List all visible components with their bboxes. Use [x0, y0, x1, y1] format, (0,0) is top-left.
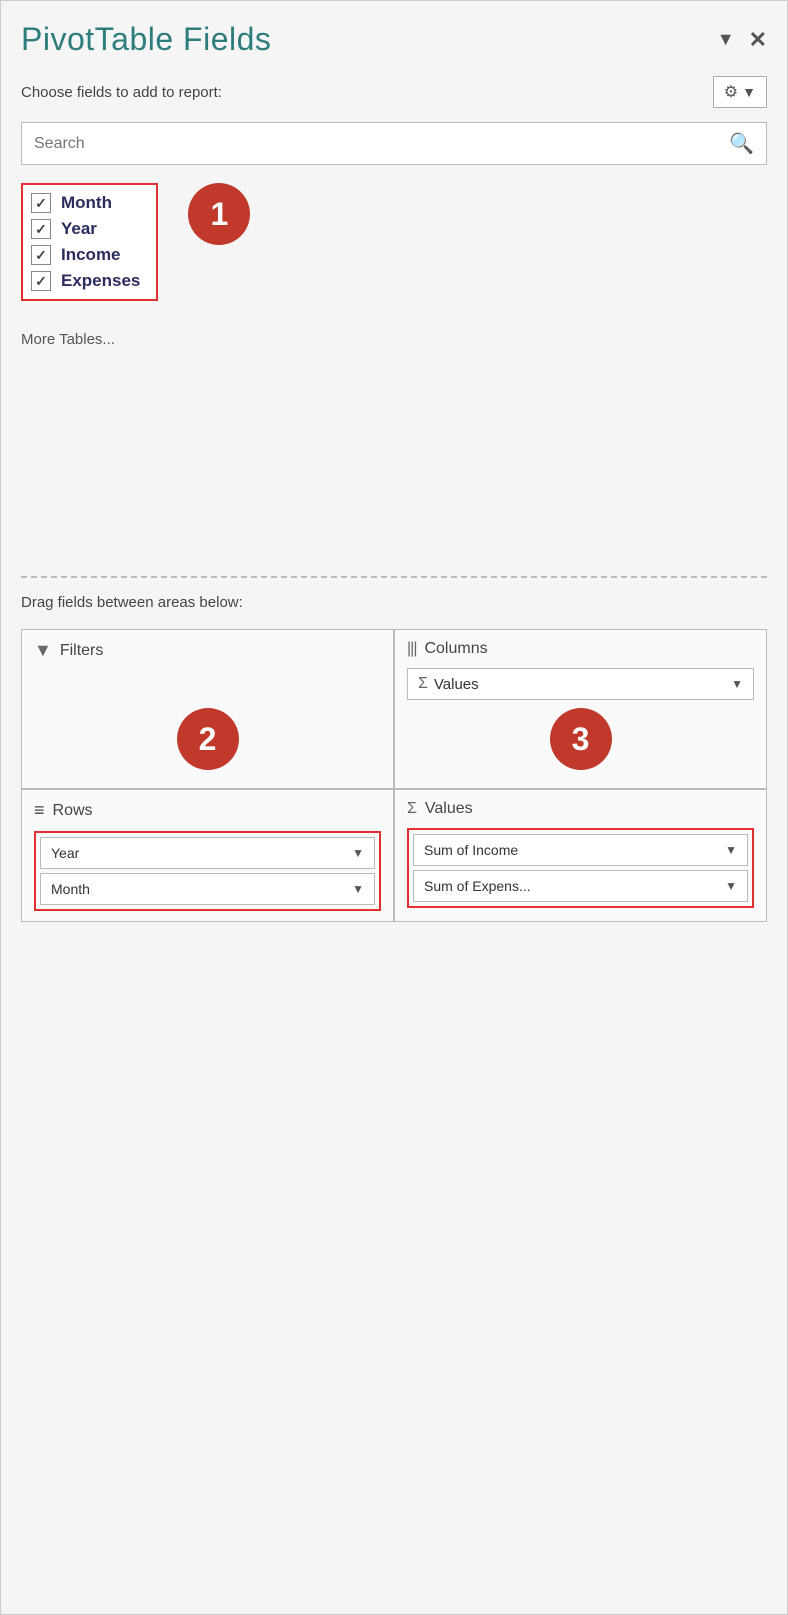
- badge-2: 2: [177, 708, 239, 770]
- rows-year-label: Year: [51, 845, 79, 861]
- field-item-expenses: ✓ Expenses: [31, 271, 140, 291]
- values-expenses-arrow: ▼: [725, 879, 737, 893]
- field-item-month: ✓ Month: [31, 193, 140, 213]
- badge-3: 3: [550, 708, 612, 770]
- columns-area: ||| Columns Σ Values ▼ 3: [394, 629, 767, 789]
- rows-values-grid: ≡ Rows Year ▼ Month ▼ Σ Values: [21, 789, 767, 922]
- panel-dropdown-icon[interactable]: ▼: [717, 29, 735, 50]
- rows-year-dropdown[interactable]: Year ▼: [40, 837, 375, 869]
- values-label: Values: [425, 800, 473, 818]
- rows-year-arrow: ▼: [352, 846, 364, 860]
- panel-close-icon[interactable]: ✕: [749, 27, 767, 53]
- panel-title: PivotTable Fields: [21, 21, 271, 58]
- columns-values-arrow: ▼: [731, 677, 743, 691]
- field-checkbox-income[interactable]: ✓: [31, 245, 51, 265]
- values-expenses-label: Sum of Expens...: [424, 878, 531, 894]
- columns-values-label: Values: [434, 676, 479, 693]
- values-header: Σ Values: [407, 800, 754, 818]
- badge-1: 1: [188, 183, 250, 245]
- rows-label: Rows: [53, 802, 93, 820]
- field-item-year: ✓ Year: [31, 219, 140, 239]
- field-label-income: Income: [61, 245, 121, 265]
- field-checkbox-month[interactable]: ✓: [31, 193, 51, 213]
- pivot-table-fields-panel: PivotTable Fields ▼ ✕ Choose fields to a…: [0, 0, 788, 1615]
- values-income-dropdown[interactable]: Sum of Income ▼: [413, 834, 748, 866]
- sigma-icon-values: Σ: [407, 800, 417, 818]
- gear-button[interactable]: ⚙ ▼: [713, 76, 767, 108]
- values-expenses-dropdown[interactable]: Sum of Expens... ▼: [413, 870, 748, 902]
- filters-columns-grid: ▼ Filters 2 ||| Columns Σ Values ▼ 3: [21, 629, 767, 789]
- field-checkbox-expenses[interactable]: ✓: [31, 271, 51, 291]
- rows-area: ≡ Rows Year ▼ Month ▼: [21, 789, 394, 922]
- rows-month-dropdown[interactable]: Month ▼: [40, 873, 375, 905]
- choose-fields-label: Choose fields to add to report:: [21, 84, 222, 101]
- rows-month-arrow: ▼: [352, 882, 364, 896]
- sigma-icon-columns: Σ: [418, 675, 428, 693]
- filters-header: ▼ Filters: [34, 640, 381, 661]
- fields-and-badge: ✓ Month ✓ Year ✓ Income ✓ Expenses 1: [21, 183, 767, 313]
- columns-icon: |||: [407, 640, 416, 658]
- field-label-month: Month: [61, 193, 112, 213]
- filters-label: Filters: [60, 642, 104, 660]
- gear-dropdown-arrow: ▼: [742, 84, 756, 100]
- badge-2-container: 2: [177, 708, 239, 770]
- rows-header: ≡ Rows: [34, 800, 381, 821]
- field-item-income: ✓ Income: [31, 245, 140, 265]
- search-input[interactable]: [34, 135, 729, 153]
- drag-label: Drag fields between areas below:: [21, 576, 767, 611]
- empty-space: [21, 356, 767, 576]
- rows-dropdowns: Year ▼ Month ▼: [34, 831, 381, 911]
- search-bar: 🔍: [21, 122, 767, 165]
- field-label-year: Year: [61, 219, 97, 239]
- rows-icon: ≡: [34, 800, 45, 821]
- columns-header: ||| Columns: [407, 640, 754, 658]
- choose-fields-row: Choose fields to add to report: ⚙ ▼: [21, 76, 767, 108]
- field-label-expenses: Expenses: [61, 271, 140, 291]
- badge-3-container: 3: [550, 708, 612, 770]
- field-checkbox-year[interactable]: ✓: [31, 219, 51, 239]
- panel-header: PivotTable Fields ▼ ✕: [21, 21, 767, 58]
- more-tables-link[interactable]: More Tables...: [21, 331, 767, 348]
- filters-area: ▼ Filters 2: [21, 629, 394, 789]
- filter-icon: ▼: [34, 640, 52, 661]
- values-area: Σ Values Sum of Income ▼ Sum of Expens..…: [394, 789, 767, 922]
- values-dropdowns: Sum of Income ▼ Sum of Expens... ▼: [407, 828, 754, 908]
- search-icon: 🔍: [729, 131, 754, 156]
- columns-values-dropdown[interactable]: Σ Values ▼: [407, 668, 754, 700]
- values-income-arrow: ▼: [725, 843, 737, 857]
- header-icons: ▼ ✕: [717, 27, 767, 53]
- gear-icon: ⚙: [724, 82, 738, 102]
- rows-month-label: Month: [51, 881, 90, 897]
- values-income-label: Sum of Income: [424, 842, 518, 858]
- columns-label: Columns: [424, 640, 487, 658]
- fields-list: ✓ Month ✓ Year ✓ Income ✓ Expenses: [21, 183, 158, 301]
